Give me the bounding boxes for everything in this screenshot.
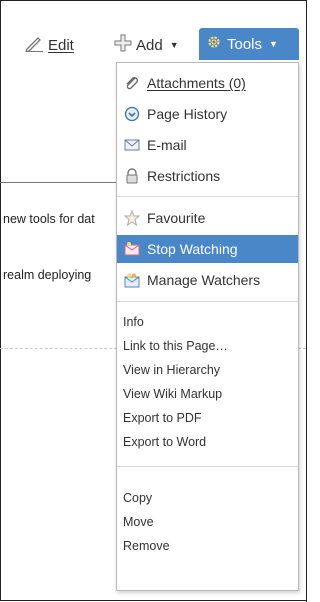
- menu-item-copy[interactable]: Copy: [117, 486, 298, 510]
- tools-label: Tools: [227, 35, 263, 53]
- menu-item-info[interactable]: Info: [117, 310, 298, 334]
- chevron-down-icon: ▼: [169, 40, 179, 50]
- envelope-icon: [123, 136, 141, 154]
- menu-item-view-wiki-markup[interactable]: View Wiki Markup: [117, 382, 298, 406]
- page-toolbar: Edit Add ▼ Tools ▼: [0, 28, 307, 60]
- menu-item-email[interactable]: E-mail: [117, 131, 298, 159]
- lock-icon: [123, 167, 141, 185]
- menu-item-link-to-page[interactable]: Link to this Page…: [117, 334, 298, 358]
- menu-item-manage-watchers[interactable]: Manage Watchers: [117, 266, 298, 294]
- frame-edge: [306, 0, 307, 602]
- menu-separator: [117, 196, 298, 197]
- menu-item-view-in-hierarchy[interactable]: View in Hierarchy: [117, 358, 298, 382]
- menu-separator: [117, 301, 298, 302]
- history-icon: [123, 105, 141, 123]
- menu-item-remove[interactable]: Remove: [117, 534, 298, 558]
- star-icon: [123, 209, 141, 227]
- plus-icon: [114, 34, 132, 56]
- menu-item-favourite[interactable]: Favourite: [117, 204, 298, 232]
- paperclip-icon: [123, 74, 141, 92]
- menu-item-move[interactable]: Move: [117, 510, 298, 534]
- menu-item-attachments[interactable]: Attachments (0): [117, 69, 298, 97]
- stop-watching-icon: [123, 240, 141, 258]
- chevron-down-icon: ▼: [269, 39, 278, 49]
- menu-item-restrictions[interactable]: Restrictions: [117, 162, 298, 190]
- divider: [0, 182, 116, 183]
- add-label: Add: [136, 36, 163, 54]
- content-text-line: new tools for dat: [3, 212, 95, 226]
- edit-button[interactable]: Edit: [24, 32, 74, 58]
- content-text-line: realm deploying: [3, 268, 92, 282]
- menu-item-page-history[interactable]: Page History: [117, 100, 298, 128]
- menu-separator: [117, 466, 298, 467]
- menu-item-export-pdf[interactable]: Export to PDF: [117, 406, 298, 430]
- add-button[interactable]: Add ▼: [114, 32, 179, 58]
- watchers-icon: [123, 271, 141, 289]
- menu-item-export-word[interactable]: Export to Word: [117, 430, 298, 454]
- edit-label: Edit: [48, 36, 74, 54]
- pencil-icon: [24, 34, 44, 56]
- tools-button[interactable]: Tools ▼: [199, 28, 299, 60]
- menu-item-stop-watching[interactable]: Stop Watching: [117, 235, 298, 263]
- gear-icon: [205, 33, 223, 55]
- tools-dropdown-menu: Attachments (0) Page History E-mail Rest…: [116, 62, 299, 591]
